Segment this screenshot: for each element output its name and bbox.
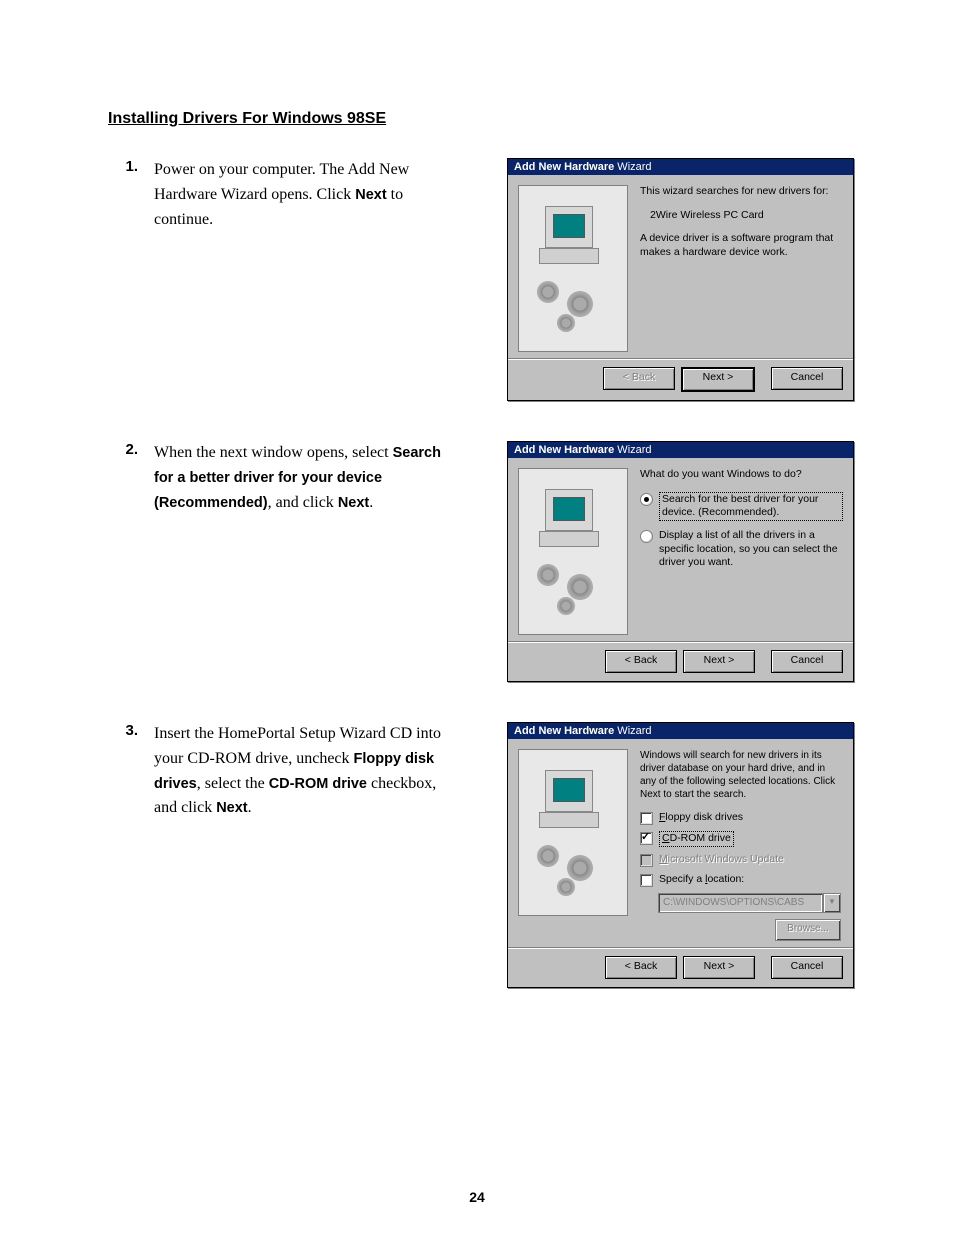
back-button[interactable]: < Back — [605, 650, 677, 673]
step-3-number: 3. — [108, 722, 154, 739]
d1-device: 2Wire Wireless PC Card — [640, 209, 843, 223]
radio-search-best[interactable]: Search for the best driver for your devi… — [640, 492, 843, 521]
wizard-graphic-icon — [518, 185, 628, 352]
radio-icon — [640, 530, 653, 543]
checkbox-winupdate: Microsoft Windows Update — [640, 853, 843, 867]
dialog-3: Add New Hardware Wizard Windows will sea… — [507, 722, 854, 988]
step-2-number: 2. — [108, 441, 154, 458]
checkbox-icon — [640, 854, 653, 867]
title-bold-2: Add New Hardware — [514, 444, 614, 456]
d1-line1: This wizard searches for new drivers for… — [640, 185, 843, 199]
step-3-t2: , select the — [197, 775, 269, 792]
step-2-row: 2. When the next window opens, select Se… — [108, 441, 854, 682]
next-button[interactable]: Next > — [683, 956, 755, 979]
back-button[interactable]: < Back — [605, 956, 677, 979]
d1-line2: A device driver is a software program th… — [640, 232, 843, 259]
cancel-button[interactable]: Cancel — [771, 650, 843, 673]
d2-opt2: Display a list of all the drivers in a s… — [659, 529, 843, 570]
step-3-t4: . — [248, 799, 252, 816]
step-3-b3: Next — [216, 800, 247, 816]
step-2-t3: . — [369, 494, 373, 511]
page-number: 24 — [0, 1189, 954, 1205]
step-1-text: Power on your computer. The Add New Hard… — [154, 158, 444, 232]
dialog-3-titlebar: Add New Hardware Wizard — [508, 723, 853, 739]
step-2-b2: Next — [338, 495, 369, 511]
step-3-row: 3. Insert the HomePortal Setup Wizard CD… — [108, 722, 854, 988]
title-thin-3: Wizard — [614, 725, 651, 737]
title-bold: Add New Hardware — [514, 161, 614, 173]
checkbox-icon — [640, 832, 653, 845]
step-1-number: 1. — [108, 158, 154, 175]
step-1-b1: Next — [355, 187, 386, 203]
back-button: < Back — [603, 367, 675, 390]
step-3-text: Insert the HomePortal Setup Wizard CD in… — [154, 722, 444, 821]
checkbox-icon — [640, 874, 653, 887]
section-heading: Installing Drivers For Windows 98SE — [108, 110, 854, 128]
browse-button: Browse... — [775, 919, 841, 941]
next-button[interactable]: Next > — [681, 367, 755, 392]
dialog-1: Add New Hardware Wizard This wizard sear… — [507, 158, 854, 401]
step-1-row: 1. Power on your computer. The Add New H… — [108, 158, 854, 401]
step-2-t2: , and click — [268, 494, 338, 511]
d2-prompt: What do you want Windows to do? — [640, 468, 843, 482]
d3-floppy-rest: loppy disk drives — [665, 811, 743, 823]
location-input: C:\WINDOWS\OPTIONS\CABS — [658, 893, 823, 913]
dialog-1-titlebar: Add New Hardware Wizard — [508, 159, 853, 175]
wizard-graphic-icon — [518, 749, 628, 916]
step-2-t1: When the next window opens, select — [154, 444, 393, 461]
cancel-button[interactable]: Cancel — [771, 956, 843, 979]
title-thin-2: Wizard — [614, 444, 651, 456]
next-button[interactable]: Next > — [683, 650, 755, 673]
step-2-text: When the next window opens, select Searc… — [154, 441, 444, 515]
d3-intro: Windows will search for new drivers in i… — [640, 749, 843, 801]
checkbox-specify-location[interactable]: Specify a location: — [640, 873, 843, 887]
combo-arrow-icon: ▼ — [823, 893, 841, 913]
title-thin: Wizard — [614, 161, 651, 173]
cancel-button[interactable]: Cancel — [771, 367, 843, 390]
radio-icon — [640, 493, 653, 506]
step-3-b2: CD-ROM drive — [269, 776, 367, 792]
wizard-graphic-icon — [518, 468, 628, 635]
dialog-2-titlebar: Add New Hardware Wizard — [508, 442, 853, 458]
radio-display-list[interactable]: Display a list of all the drivers in a s… — [640, 529, 843, 570]
d2-opt1: Search for the best driver for your devi… — [659, 492, 843, 521]
checkbox-icon — [640, 812, 653, 825]
title-bold-3: Add New Hardware — [514, 725, 614, 737]
checkbox-cdrom[interactable]: CD-ROM drive — [640, 831, 843, 847]
dialog-2: Add New Hardware Wizard What do you want… — [507, 441, 854, 682]
checkbox-floppy[interactable]: Floppy disk drives — [640, 811, 843, 825]
